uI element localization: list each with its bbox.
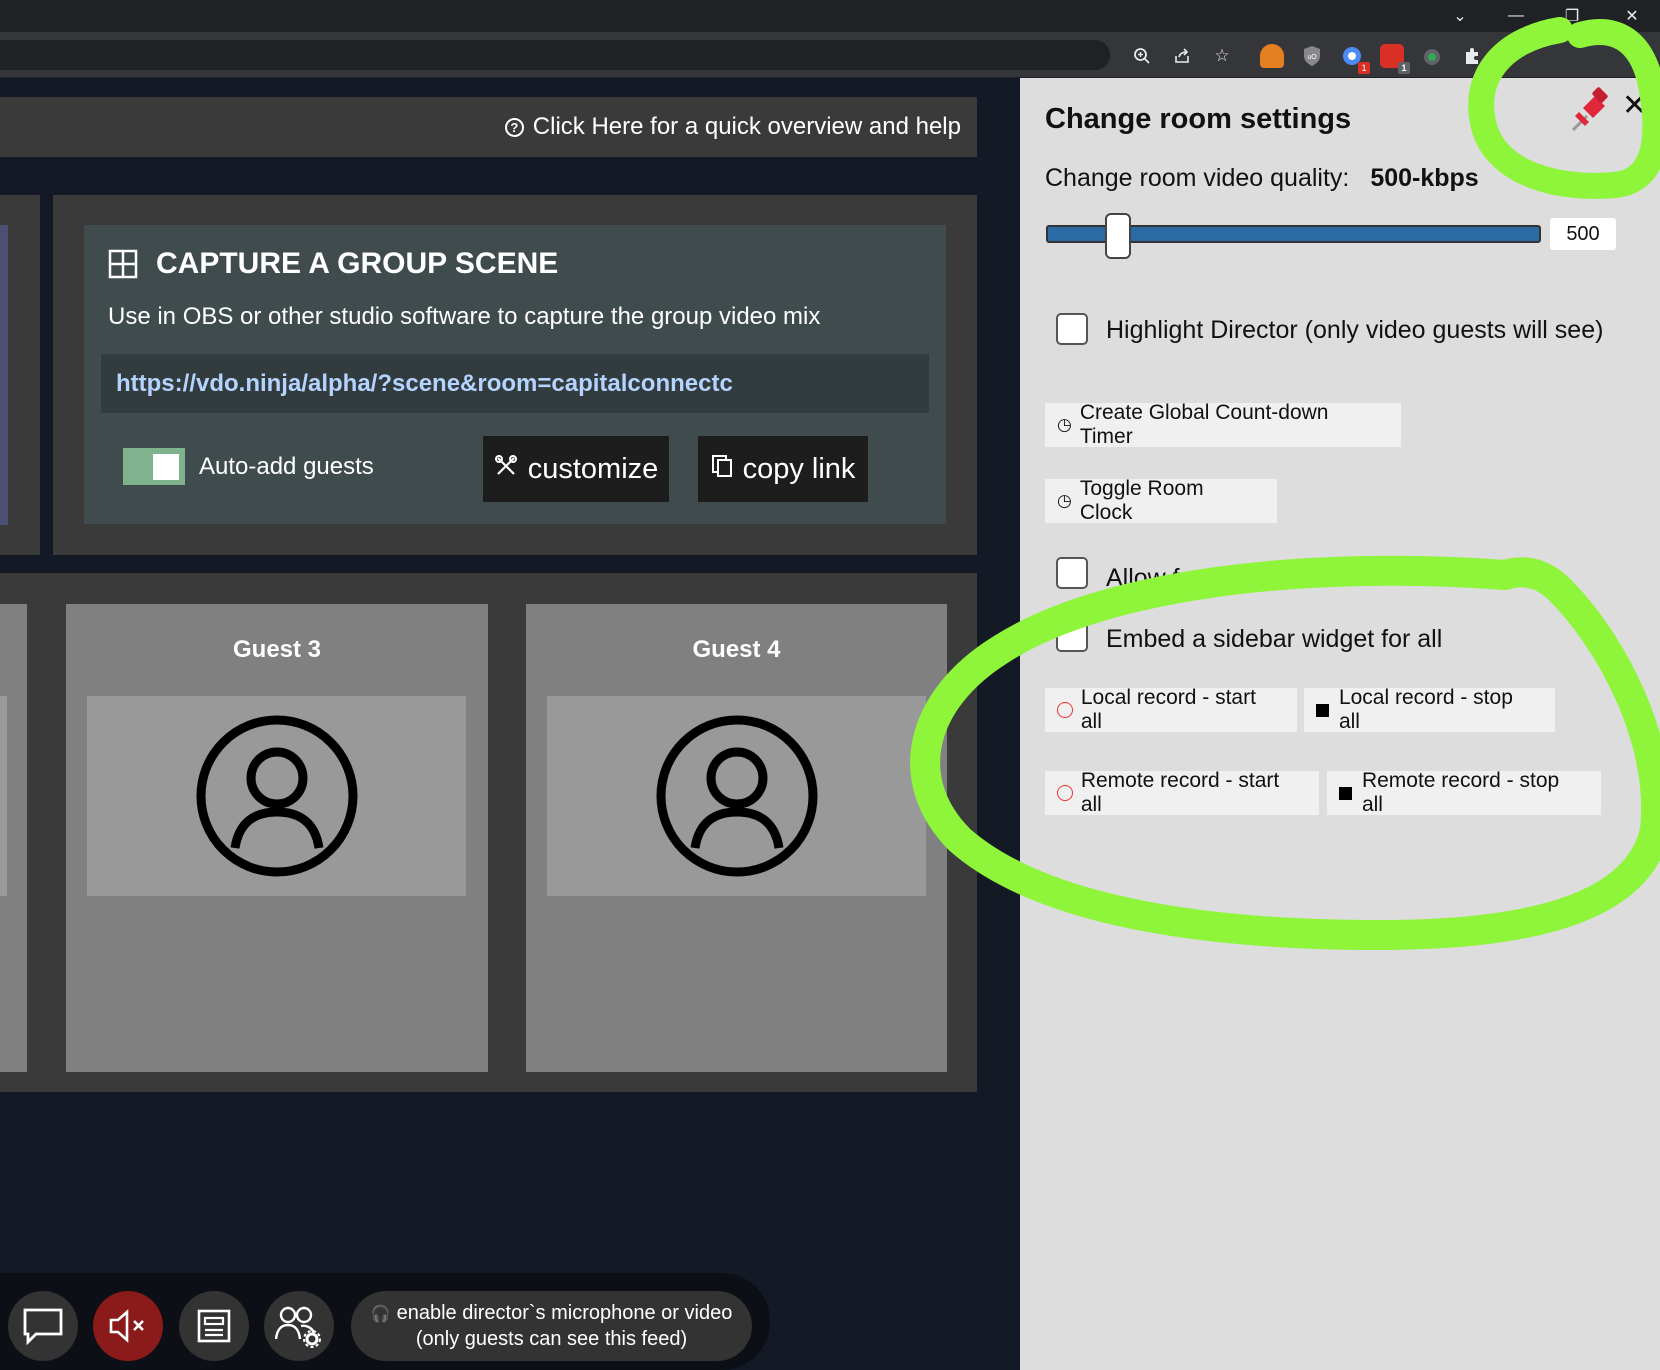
scene-section: CAPTURE A GROUP SCENE Use in OBS or othe… xyxy=(53,195,977,555)
ublock-shield-icon[interactable]: uO xyxy=(1300,44,1324,68)
browser-titlebar: ⌄ — ❐ ✕ xyxy=(0,0,1660,32)
scene-url-link[interactable]: https://vdo.ninja/alpha/?scene&room=capi… xyxy=(101,354,929,413)
allow-checkbox[interactable] xyxy=(1056,557,1088,589)
guest-name: Guest 4 xyxy=(692,636,781,663)
chat-extension-icon[interactable] xyxy=(1420,44,1444,68)
previous-card-stub xyxy=(0,195,40,555)
scene-description: Use in OBS or other studio software to c… xyxy=(108,303,821,330)
tools-icon xyxy=(494,454,518,485)
director-main-area: ? Click Here for a quick overview and he… xyxy=(0,78,1020,1370)
local-record-start-button[interactable]: Local record - start all xyxy=(1045,686,1297,733)
bookmark-star-icon[interactable]: ☆ xyxy=(1210,44,1234,68)
scene-card: CAPTURE A GROUP SCENE Use in OBS or othe… xyxy=(84,225,946,524)
countdown-label: Create Global Count-down Timer xyxy=(1079,401,1329,448)
copy-link-label: copy link xyxy=(742,452,856,485)
minimize-icon[interactable]: — xyxy=(1488,0,1544,32)
remote-stop-label: Remote record - stop all xyxy=(1361,769,1560,816)
extension-badge: 1 xyxy=(1398,62,1410,74)
chevron-down-icon[interactable]: ⌄ xyxy=(1432,0,1488,32)
customize-label: customize xyxy=(527,452,659,485)
clock-icon: ◷ xyxy=(1057,491,1072,510)
copy-icon xyxy=(711,454,733,485)
chat-button[interactable] xyxy=(8,1291,78,1361)
chat-icon xyxy=(23,1308,63,1345)
close-panel-icon[interactable]: ✕ xyxy=(1622,88,1647,123)
clock-icon: ◷ xyxy=(1057,415,1072,434)
guest-card: Guest 3 xyxy=(66,604,488,1072)
allow-label: Allow f xyxy=(1106,564,1180,592)
director-control-bar: 🎧 enable director`s microphone or video (… xyxy=(0,1273,770,1370)
quality-row: Change room video quality: 500-kbps xyxy=(1045,164,1479,193)
panel-title: Change room settings xyxy=(1045,103,1352,135)
scene-title: CAPTURE A GROUP SCENE xyxy=(108,247,558,281)
local-start-label: Local record - start all xyxy=(1080,686,1256,733)
remote-start-label: Remote record - start all xyxy=(1080,769,1280,816)
guest-card-partial xyxy=(0,604,27,1072)
highlight-director-label: Highlight Director (only video guests wi… xyxy=(1106,316,1604,344)
mute-speaker-button[interactable] xyxy=(93,1291,163,1361)
quality-label: Change room video quality: xyxy=(1045,164,1350,192)
user-avatar-icon xyxy=(196,715,357,877)
svg-text:uO: uO xyxy=(1307,54,1317,61)
guest-name: Guest 3 xyxy=(232,636,322,663)
reading-list-icon[interactable]: ☰ xyxy=(1498,44,1522,68)
question-icon: ? xyxy=(504,117,524,137)
record-circle-icon xyxy=(1057,785,1073,801)
puzzle-extensions-icon[interactable] xyxy=(1460,44,1484,68)
red-extension-icon[interactable]: 1 xyxy=(1380,44,1410,74)
local-record-stop-button[interactable]: Local record - stop all xyxy=(1304,686,1555,733)
quality-slider[interactable] xyxy=(1046,213,1541,259)
scene-title-text: CAPTURE A GROUP SCENE xyxy=(156,247,559,280)
blue-circle-extension-icon[interactable]: 1 xyxy=(1340,44,1370,74)
guests-section: Guest 3 Guest 4 xyxy=(0,573,977,1092)
zoom-icon[interactable] xyxy=(1130,44,1154,68)
enable-director-mic-button[interactable]: 🎧 enable director`s microphone or video (… xyxy=(351,1291,752,1361)
pushpin-icon[interactable] xyxy=(1567,86,1615,134)
toggle-room-clock-button[interactable]: ◷ Toggle Room Clock xyxy=(1045,477,1277,524)
room-settings-panel: Change room settings ✕ Change room video… xyxy=(1020,78,1660,1370)
sidebar-widget-label: Embed a sidebar widget for all xyxy=(1106,625,1443,653)
copy-link-button[interactable]: copy link xyxy=(698,436,868,502)
guest-video-placeholder xyxy=(87,696,466,896)
stop-square-icon xyxy=(1316,703,1329,717)
help-link-text: Click Here for a quick overview and help xyxy=(532,113,961,140)
help-link-bar[interactable]: ? Click Here for a quick overview and he… xyxy=(0,97,977,157)
record-circle-icon xyxy=(1057,702,1073,718)
speaker-muted-icon xyxy=(109,1309,144,1343)
countdown-timer-button[interactable]: ◷ Create Global Count-down Timer xyxy=(1045,401,1401,448)
extension-badge: 1 xyxy=(1358,62,1370,74)
stop-square-icon xyxy=(1339,786,1352,800)
guest-video-placeholder xyxy=(547,696,926,896)
mic-line2: (only guests can see this feed) xyxy=(415,1328,688,1350)
mic-line1: enable director`s microphone or video xyxy=(396,1302,733,1324)
cloud-extension-icon[interactable] xyxy=(1260,44,1284,68)
customize-button[interactable]: customize xyxy=(483,436,669,502)
layout-list-icon xyxy=(197,1309,231,1343)
guest-card: Guest 4 xyxy=(526,604,947,1072)
quality-number-input[interactable]: 500 xyxy=(1550,218,1616,250)
address-bar[interactable] xyxy=(0,40,1110,70)
room-settings-button[interactable] xyxy=(264,1291,334,1361)
clock-label: Toggle Room Clock xyxy=(1079,477,1204,524)
auto-add-label: Auto-add guests xyxy=(199,453,374,480)
layout-button[interactable] xyxy=(179,1291,249,1361)
user-avatar-icon xyxy=(656,715,817,877)
share-icon[interactable] xyxy=(1170,44,1194,68)
highlight-director-checkbox[interactable] xyxy=(1056,313,1088,345)
remote-record-stop-button[interactable]: Remote record - stop all xyxy=(1327,769,1601,816)
quality-value: 500-kbps xyxy=(1370,164,1479,192)
users-gear-icon xyxy=(274,1306,321,1348)
remote-record-start-button[interactable]: Remote record - start all xyxy=(1045,769,1319,816)
local-stop-label: Local record - stop all xyxy=(1338,686,1513,733)
headphones-icon: 🎧 xyxy=(370,1306,391,1323)
slider-thumb[interactable] xyxy=(1105,213,1131,259)
browser-toolbar: ☆ uO 1 1 ☰ xyxy=(0,32,1660,78)
restore-icon[interactable]: ❐ xyxy=(1544,0,1600,32)
auto-add-toggle[interactable] xyxy=(123,448,185,485)
sidebar-widget-checkbox[interactable] xyxy=(1056,620,1088,652)
close-window-icon[interactable]: ✕ xyxy=(1604,0,1660,32)
grid-icon xyxy=(108,249,138,279)
